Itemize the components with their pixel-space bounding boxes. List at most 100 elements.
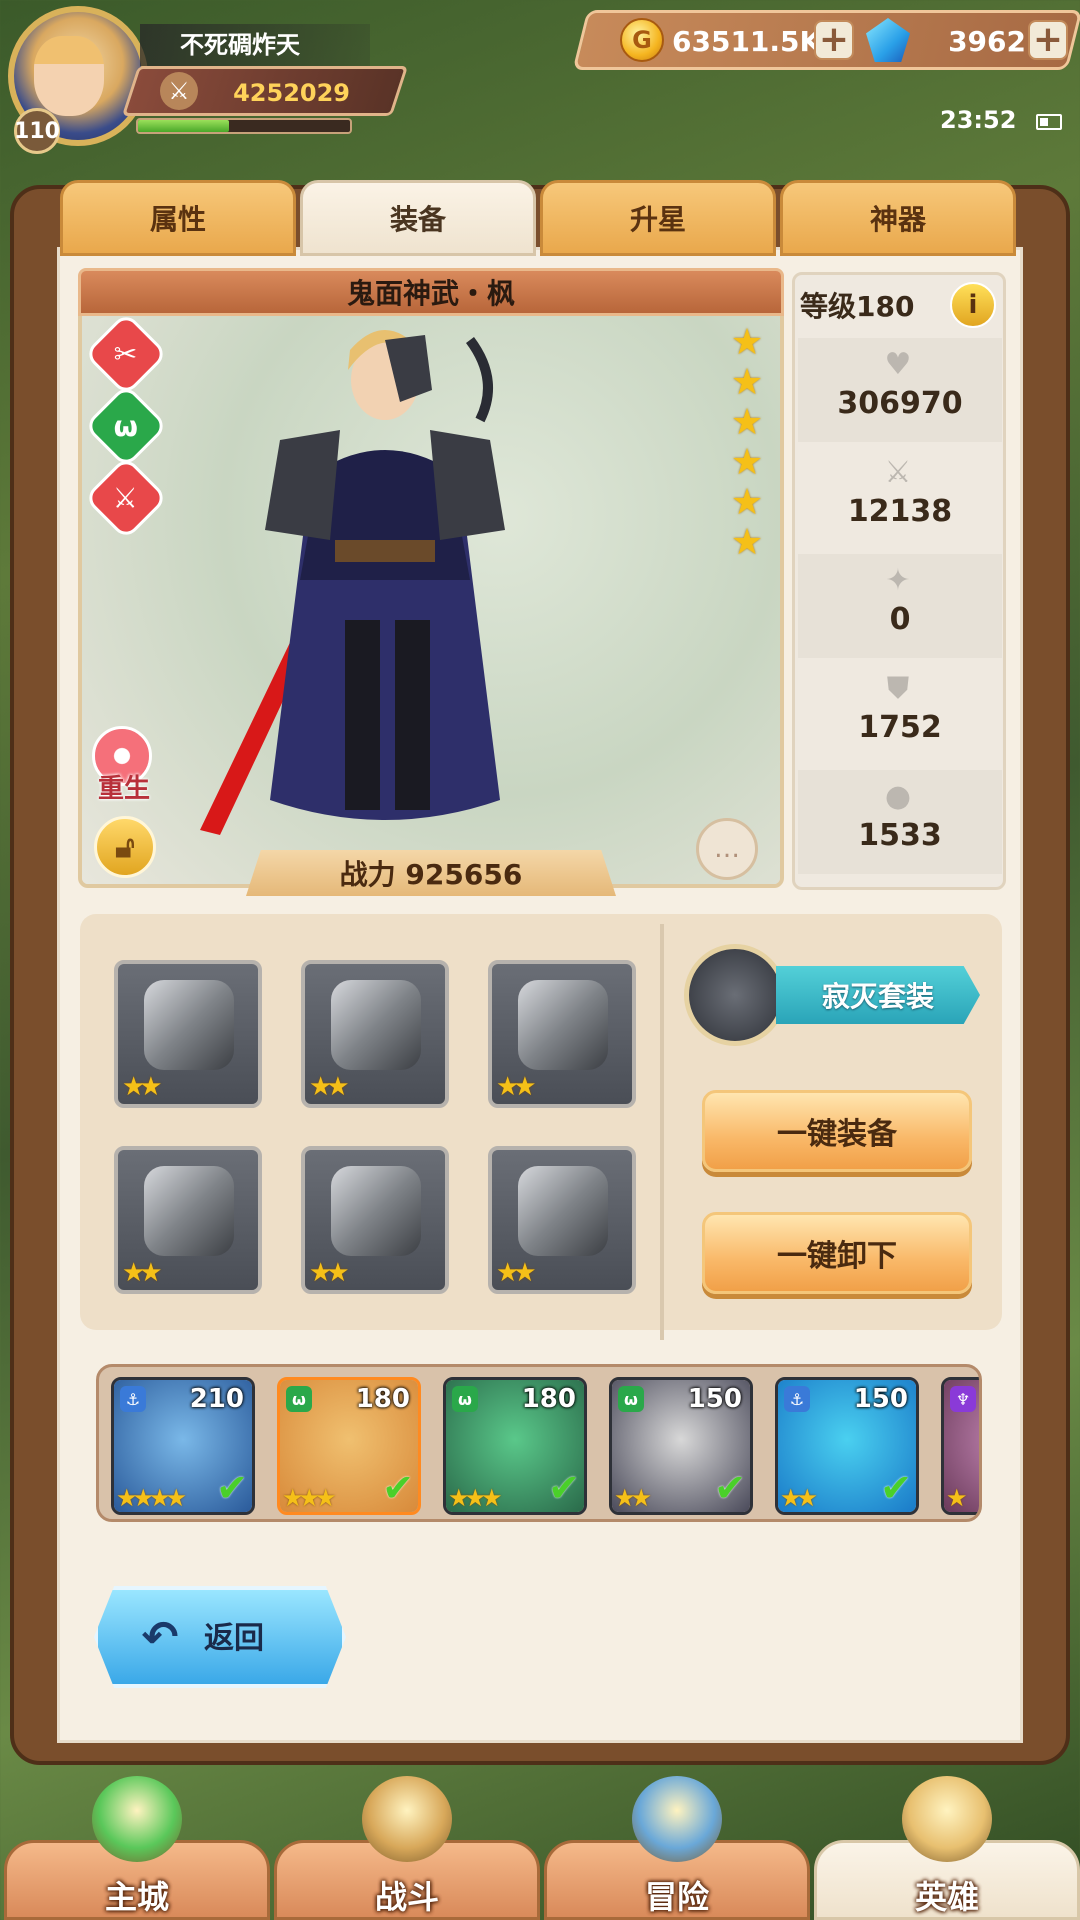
hero-star-icon: ★ [730,322,764,363]
gold-amount: 63511.5K [672,25,822,58]
checkmark-icon: ✔ [714,1466,746,1510]
stat-row: ⚔ 12138 [798,446,1002,550]
hero-stars: ★ [946,1484,967,1512]
faction-icon: ⚓ [120,1386,146,1412]
player-name: 不死碉炸天 [140,24,370,66]
tab-star-up[interactable]: 升星 [540,180,776,256]
hero-card[interactable]: ♆ ★ [941,1377,979,1515]
equipment-slot-helmet[interactable]: ★★ [114,960,262,1108]
crossed-swords-icon: ⚔ [160,72,198,110]
resist-icon: ● [884,779,912,814]
equipment-slot-boots[interactable]: ★★ [301,1146,449,1294]
faction-icon: ω [452,1386,478,1412]
equipment-slot-weapon-axe[interactable]: ★★ [301,960,449,1108]
add-gold-button[interactable]: + [814,20,854,60]
back-arrow-icon: ↶ [141,1612,179,1663]
faction-icon: ♆ [950,1386,976,1412]
chat-bubble-icon[interactable]: … [696,818,758,880]
tab-equipment[interactable]: 装备 [300,180,536,256]
slot-stars: ★★ [496,1072,537,1102]
hero-card[interactable]: ⚓ 210 ★★★★ ✔ [111,1377,255,1515]
faction-icon: ω [286,1386,312,1412]
tab-artifact[interactable]: 神器 [780,180,1016,256]
slot-stars: ★★ [122,1072,163,1102]
hero-star-icon: ★ [730,362,764,403]
hero-stars: ★★★★ [116,1484,187,1512]
hero-combat-power: 战力 925656 [246,850,616,896]
back-label: 返回 [204,1621,264,1656]
speed-icon: ✦ [885,563,911,598]
hero-level: 180 [521,1384,576,1414]
hero-card[interactable]: ⚓ 150 ★★ ✔ [775,1377,919,1515]
stat-value: 306970 [837,386,963,421]
hero-star-icon: ★ [730,402,764,443]
stat-row: ● 1533 [798,770,1002,874]
player-power: 4252029 [233,79,350,107]
hero-roster[interactable]: ⚓ 210 ★★★★ ✔ ω 180 ★★★ ✔ ω 180 ★★★ ✔ ω 150 ★★ ✔ ⚓ 150 ★★ ✔ ♆… [96,1364,982,1522]
hero-star-icon: ★ [730,522,764,563]
hero-name: 鬼面神武・枫 [78,268,784,316]
faction-icon: ⚓ [784,1386,810,1412]
hero-star-icon: ★ [730,482,764,523]
stat-value: 1752 [858,710,942,745]
hero-card[interactable]: ω 180 ★★★ ✔ [277,1377,421,1515]
unequip-all-button[interactable]: 一键卸下 [702,1212,972,1294]
equipment-divider [660,924,664,1340]
equipment-slot-shield[interactable]: ★★ [114,1146,262,1294]
shield-icon [144,1166,234,1256]
equip-all-button[interactable]: 一键装备 [702,1090,972,1172]
info-button[interactable]: i [950,282,996,328]
set-helmet-icon[interactable] [684,944,786,1046]
heart-icon: ♥ [884,347,912,382]
nav-label: 主城 [104,1878,169,1916]
hero-level: 210 [189,1384,244,1414]
hero-icon [902,1776,992,1862]
hero-level: 150 [853,1384,908,1414]
chest-armor-icon [518,980,608,1070]
gem-amount: 3962 [948,25,1026,58]
faction-icon: ω [618,1386,644,1412]
stat-row: ⛊ 1752 [798,662,1002,766]
hero-stars: ★★★ [448,1484,503,1512]
checkmark-icon: ✔ [216,1466,248,1510]
hero-level: 150 [687,1384,742,1414]
stat-row: ♥ 306970 [798,338,1002,442]
adventure-icon [632,1776,722,1862]
player-level-badge: 110 [14,108,60,154]
stat-value: 0 [889,602,911,637]
stat-value: 1533 [858,818,942,853]
checkmark-icon: ✔ [382,1466,414,1510]
hero-model[interactable] [170,320,600,840]
helmet-icon [144,980,234,1070]
exp-bar-fill [138,120,230,132]
hero-card[interactable]: ω 180 ★★★ ✔ [443,1377,587,1515]
rebirth-label[interactable]: 重生 [88,768,160,805]
hero-level: 180 [355,1384,410,1414]
checkmark-icon: ✔ [548,1466,580,1510]
add-gems-button[interactable]: + [1028,20,1068,60]
city-icon [92,1776,182,1862]
nav-label: 战斗 [374,1878,439,1916]
equipment-slot-chest-armor[interactable]: ★★ [488,960,636,1108]
equipment-set-name[interactable]: 寂灭套装 [776,966,980,1024]
tab-attributes[interactable]: 属性 [60,180,296,256]
battle-icon [362,1776,452,1862]
avatar-portrait [34,36,104,116]
weapon-axe-icon [331,980,421,1070]
battery-icon [1036,114,1062,130]
ring-icon [518,1166,608,1256]
stat-row: ✦ 0 [798,554,1002,658]
gold-coin-icon: G [620,18,664,62]
equipment-slot-ring[interactable]: ★★ [488,1146,636,1294]
hero-stars: ★★ [614,1484,652,1512]
hero-stars: ★★ [780,1484,818,1512]
slot-stars: ★★ [309,1072,350,1102]
clock: 23:52 [940,106,1017,134]
checkmark-icon: ✔ [880,1466,912,1510]
hero-stars: ★★★ [282,1484,337,1512]
hero-card[interactable]: ω 150 ★★ ✔ [609,1377,753,1515]
nav-label: 冒险 [644,1878,709,1916]
lock-icon[interactable]: 🔓︎ [94,816,156,878]
slot-stars: ★★ [496,1258,537,1288]
hero-star-icon: ★ [730,442,764,483]
